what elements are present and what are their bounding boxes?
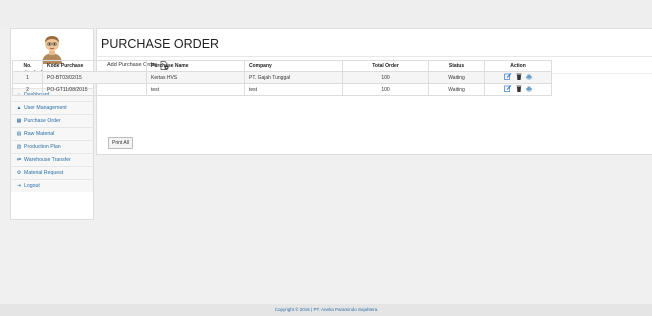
sidebar-menu: ⌂ Dashboard ▲ User Management ▦ Purchase Or… [11,88,93,192]
logout-icon: ⇥ [16,183,22,189]
calendar-icon: ▥ [16,144,22,150]
sidebar-item-raw-material[interactable]: ▤ Raw Material [11,127,93,140]
table-cell: PT. Gajah Tunggal [244,71,343,84]
table-cell: PO-BT03/02/15 [42,71,147,84]
top-bar [0,0,652,27]
table-row: 1 PO-BT03/02/15 Kertas HVS PT. Gajah Tun… [12,71,552,84]
sidebar: Administrator Online ⌂Dashboard ▲User Ma… [10,28,94,220]
list-icon: ▤ [16,131,22,137]
table-cell: Waiting [428,83,485,96]
table-cell: 1 [12,71,43,84]
print-icon[interactable] [526,74,532,82]
column-header: No. [12,60,43,72]
footer-copyright[interactable]: Copyright © 2016 | PT. Aneka Paramindo S… [275,307,378,312]
edit-icon[interactable] [504,85,512,94]
table-cell: Kertas HVS [146,71,245,84]
sidebar-item-label: Warehouse Transfer [24,157,71,163]
sidebar-item-material-request[interactable]: ⚙ Material Request [11,166,93,179]
sidebar-item-logout[interactable]: ⇥ Logout [11,179,93,192]
table-cell: 100 [342,83,429,96]
action-cell [484,83,552,96]
table-cell: PO-GT11/08/2015 [42,83,147,96]
table-cell: Waiting [428,71,485,84]
action-cell [484,71,552,84]
print-icon[interactable] [526,86,532,94]
trash-icon[interactable] [516,73,522,82]
user-icon: ▲ [16,105,22,111]
purchase-order-table: No. Kode Purchase Purchase Name Company … [12,60,552,96]
print-all-button[interactable]: Print All [108,137,133,149]
sidebar-item-label: Logout [24,183,40,189]
table-icon: ▦ [16,118,22,124]
table-cell: 2 [12,83,43,96]
page-title: PURCHASE ORDER [97,29,652,57]
column-header: Status [428,60,485,72]
sidebar-item-label: Purchase Order [24,118,61,124]
column-header: Company [244,60,343,72]
sidebar-item-production-plan[interactable]: ▥ Production Plan [11,140,93,153]
sidebar-item-user-management[interactable]: ▲ User Management [11,101,93,114]
sidebar-item-warehouse-transfer[interactable]: ⇄ Warehouse Transfer [11,153,93,166]
sidebar-item-label: Production Plan [24,144,61,150]
gear-icon: ⚙ [16,170,22,176]
table-cell: test [244,83,343,96]
column-header: Total Order [342,60,429,72]
sidebar-item-purchase-order[interactable]: ▦ Purchase Order [11,114,93,127]
edit-icon[interactable] [504,73,512,82]
sidebar-item-label: Raw Material [24,131,55,137]
table-row: 2 PO-GT11/08/2015 test test 100 Waiting [12,83,552,96]
sidebar-item-label: Material Request [24,170,64,176]
column-header: Purchase Name [146,60,245,72]
table-cell: 100 [342,71,429,84]
trash-icon[interactable] [516,85,522,94]
column-header: Kode Purchase [42,60,147,72]
table-header-row: No. Kode Purchase Purchase Name Company … [12,60,552,72]
column-header: Action [484,60,552,72]
table-cell: test [146,83,245,96]
footer: Copyright © 2016 | PT. Aneka Paramindo S… [0,304,652,316]
refresh-icon: ⇄ [16,157,22,163]
sidebar-item-label: User Management [24,105,67,111]
